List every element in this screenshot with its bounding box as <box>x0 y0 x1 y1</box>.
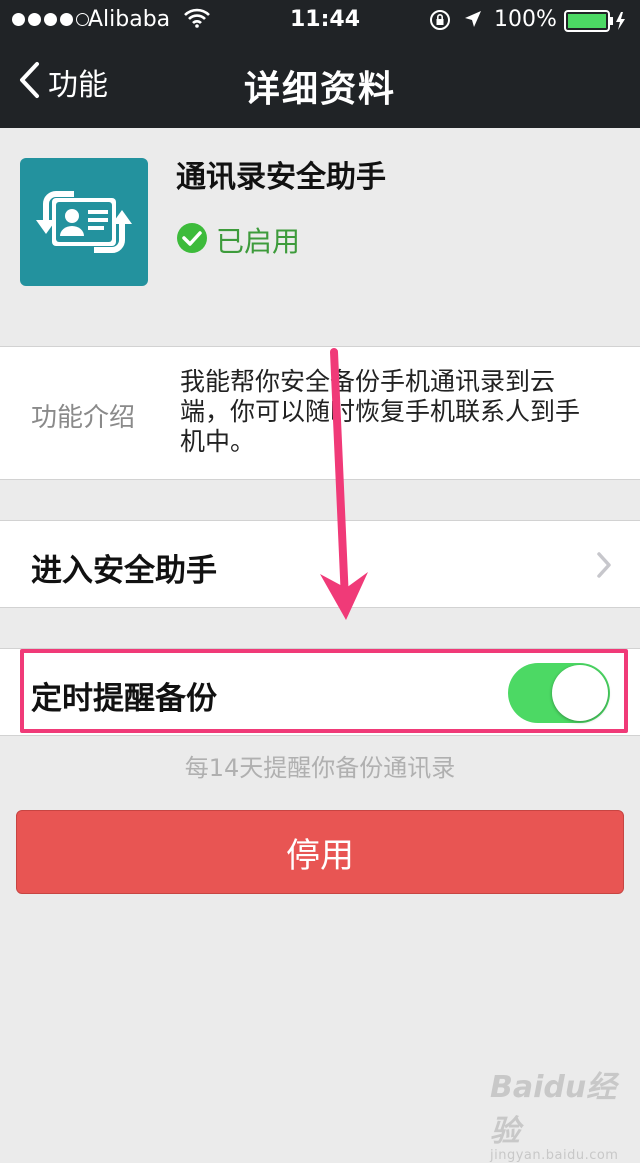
divider <box>0 607 640 608</box>
contacts-sync-icon <box>20 158 148 286</box>
signal-dots-icon <box>12 13 89 26</box>
watermark-brand: Baidu经验 <box>490 1070 617 1149</box>
toggle-knob <box>552 665 608 721</box>
intro-label: 功能介绍 <box>31 403 136 433</box>
nav-bar: 功能 详细资料 <box>0 40 640 128</box>
reminder-hint: 每14天提醒你备份通讯录 <box>184 754 456 782</box>
rotation-lock-icon <box>428 8 452 38</box>
app-name: 通讯录安全助手 <box>176 160 386 195</box>
reminder-toggle[interactable] <box>508 663 610 723</box>
carrier-label: Alibaba <box>88 7 171 32</box>
enter-assistant-label: 进入安全助手 <box>31 553 217 589</box>
chevron-right-icon <box>596 551 612 583</box>
status-bar: Alibaba 11:44 100% <box>0 0 640 40</box>
baidu-watermark: Baidu经验 jingyan.baidu.com <box>490 1062 640 1163</box>
check-circle-icon <box>176 222 208 258</box>
battery-percent: 100% <box>494 7 557 32</box>
reminder-row: 定时提醒备份 <box>0 649 640 735</box>
status-badge: 已启用 <box>176 220 300 260</box>
watermark-site: jingyan.baidu.com <box>490 1148 619 1163</box>
disable-button[interactable]: 停用 <box>16 810 624 894</box>
wifi-icon <box>184 8 210 34</box>
reminder-label: 定时提醒备份 <box>31 681 217 717</box>
battery-icon <box>564 10 630 38</box>
divider <box>0 479 640 480</box>
status-text: 已启用 <box>216 225 301 258</box>
status-time: 11:44 <box>290 7 361 32</box>
location-icon <box>463 9 483 35</box>
intro-panel: 功能介绍 我能帮你安全备份手机通讯录到云端，你可以随时恢复手机联系人到手机中。 <box>0 347 640 479</box>
divider <box>0 735 640 736</box>
app-header: 通讯录安全助手 已启用 <box>0 128 640 346</box>
page-title: 详细资料 <box>243 69 396 110</box>
enter-assistant-row[interactable]: 进入安全助手 <box>0 521 640 607</box>
intro-text: 我能帮你安全备份手机通讯录到云端，你可以随时恢复手机联系人到手机中。 <box>180 367 581 456</box>
